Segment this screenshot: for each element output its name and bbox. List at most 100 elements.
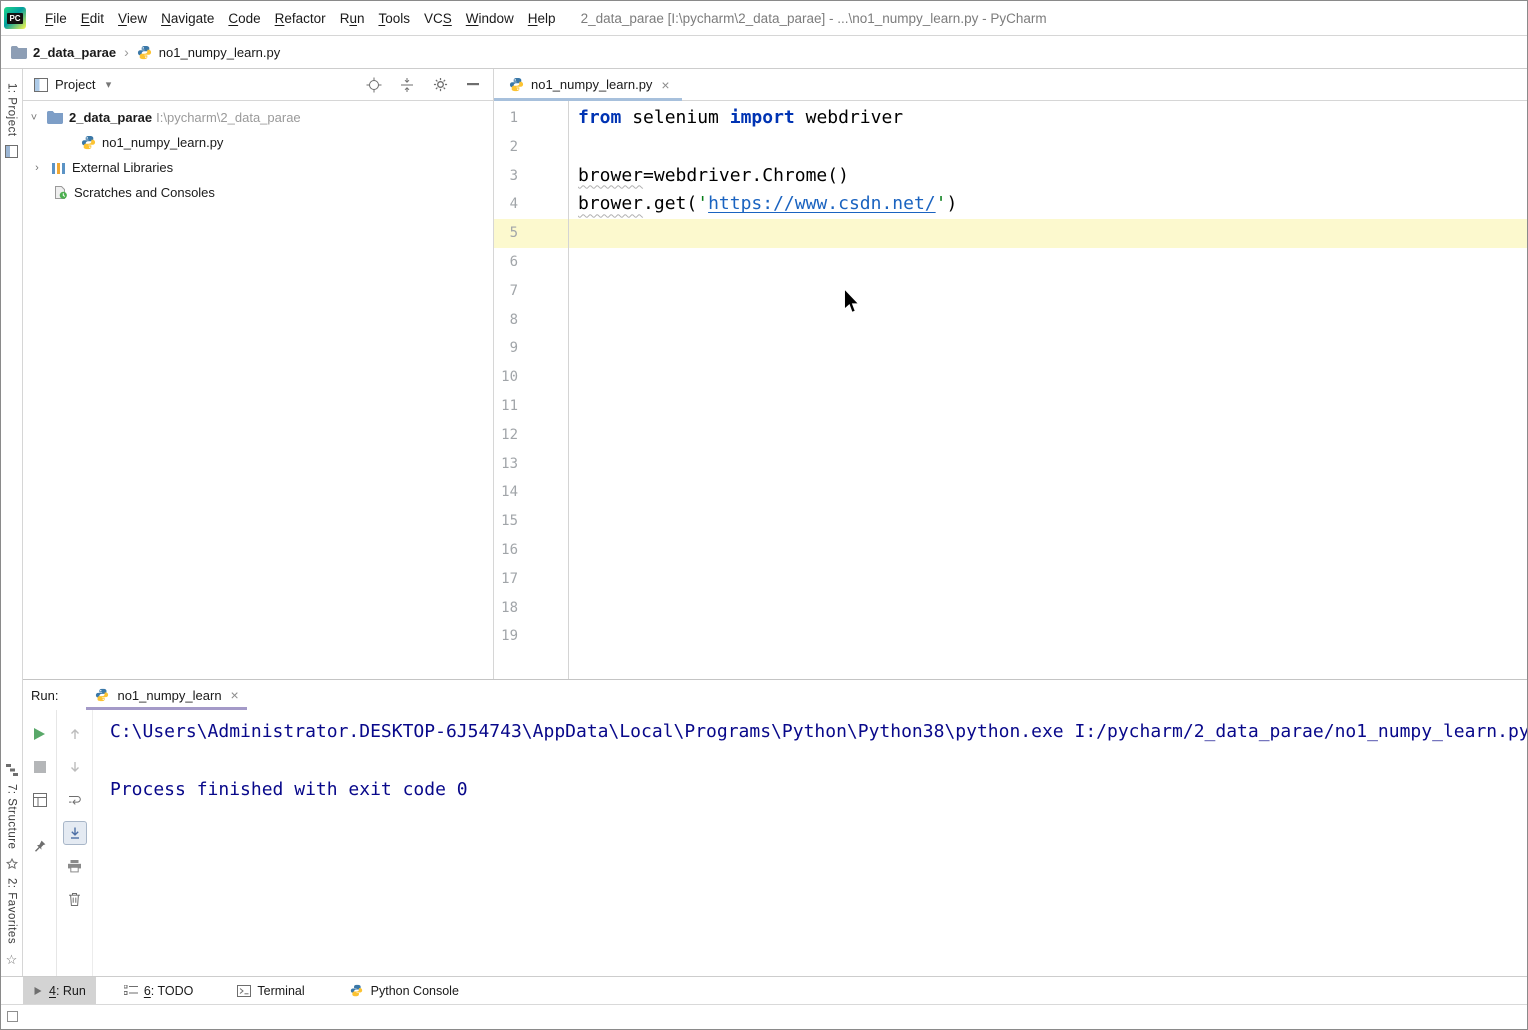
code-line[interactable] xyxy=(578,478,1527,507)
code-line[interactable] xyxy=(578,306,1527,335)
code-line[interactable] xyxy=(578,594,1527,623)
code-line[interactable] xyxy=(578,363,1527,392)
pycharm-window: PC FileEditViewNavigateCodeRefactorRunTo… xyxy=(0,0,1528,1030)
console-line: C:\Users\Administrator.DESKTOP-6J54743\A… xyxy=(110,718,1527,747)
code-token: selenium xyxy=(621,107,729,128)
code-line[interactable] xyxy=(578,219,1527,248)
editor-body[interactable]: 12345678910111213141516171819 from selen… xyxy=(494,101,1527,679)
line-number: 6 xyxy=(494,248,568,277)
tool-button-terminal[interactable]: Terminal xyxy=(227,977,314,1004)
project-panel: Project ▾ xyxy=(23,69,494,679)
menu-vcs[interactable]: VCS xyxy=(417,11,459,26)
line-number: 2 xyxy=(494,133,568,162)
code-line[interactable]: brower.get('https://www.csdn.net/') xyxy=(578,190,1527,219)
tool-button-favorites[interactable]: 2: Favorites xyxy=(6,878,18,944)
menu-file[interactable]: File xyxy=(38,11,74,26)
code-line[interactable] xyxy=(578,421,1527,450)
line-number: 18 xyxy=(494,594,568,623)
menu-view[interactable]: View xyxy=(111,11,154,26)
settings-gear-icon[interactable] xyxy=(432,77,448,93)
down-stacktrace-button[interactable] xyxy=(63,755,87,779)
project-view-icon xyxy=(33,77,49,93)
close-tab-icon[interactable]: × xyxy=(661,77,669,93)
code-line[interactable] xyxy=(578,334,1527,363)
menu-code[interactable]: Code xyxy=(221,11,267,26)
menu-window[interactable]: Window xyxy=(459,11,521,26)
menu-refactor[interactable]: Refactor xyxy=(268,11,333,26)
breadcrumb-project[interactable]: 2_data_parae xyxy=(33,45,116,60)
left-tool-stripe: 1: Project 7: Structure 2: Favorites ☆ xyxy=(1,69,23,976)
up-stacktrace-button[interactable] xyxy=(63,722,87,746)
code-area[interactable]: from selenium import webdriver brower=web… xyxy=(569,101,1527,679)
chevron-right-icon: › xyxy=(124,44,129,60)
print-button[interactable] xyxy=(63,854,87,878)
locate-file-icon[interactable] xyxy=(366,77,382,93)
line-number: 19 xyxy=(494,622,568,651)
code-line[interactable] xyxy=(578,277,1527,306)
code-token: from xyxy=(578,107,621,128)
tree-row-project-root[interactable]: ˅ 2_data_paraeI:\pycharm\2_data_parae xyxy=(23,105,493,130)
scroll-to-end-button[interactable] xyxy=(63,821,87,845)
line-number: 3 xyxy=(494,162,568,191)
tool-button-project[interactable]: 1: Project xyxy=(6,83,18,137)
tree-row-python-file[interactable]: no1_numpy_learn.py xyxy=(23,130,493,155)
soft-wrap-button[interactable] xyxy=(63,788,87,812)
python-console-icon xyxy=(349,983,365,999)
editor-tab[interactable]: no1_numpy_learn.py × xyxy=(494,69,682,100)
star-icon[interactable]: ☆ xyxy=(6,952,18,968)
code-line[interactable] xyxy=(578,507,1527,536)
libraries-icon xyxy=(50,160,66,176)
code-line[interactable]: from selenium import webdriver xyxy=(578,104,1527,133)
code-token: =webdriver.Chrome() xyxy=(643,165,849,186)
breadcrumb-file[interactable]: no1_numpy_learn.py xyxy=(159,45,280,60)
code-line[interactable] xyxy=(578,392,1527,421)
menu-help[interactable]: Help xyxy=(521,11,563,26)
menu-navigate[interactable]: Navigate xyxy=(154,11,221,26)
stop-button[interactable] xyxy=(28,755,52,779)
run-tab-underline xyxy=(86,707,246,710)
code-line[interactable] xyxy=(578,248,1527,277)
favorites-tool-icon[interactable] xyxy=(6,858,18,870)
toolwindow-toggle-icon[interactable] xyxy=(7,1011,18,1022)
chevron-down-icon[interactable]: ▾ xyxy=(101,78,115,91)
stop-icon xyxy=(34,761,46,773)
line-number: 16 xyxy=(494,536,568,565)
code-line[interactable] xyxy=(578,565,1527,594)
close-run-tab-icon[interactable]: × xyxy=(231,687,239,703)
restore-layout-button[interactable] xyxy=(28,788,52,812)
run-console-output[interactable]: C:\Users\Administrator.DESKTOP-6J54743\A… xyxy=(93,710,1527,976)
run-tab[interactable]: no1_numpy_learn × xyxy=(86,680,246,710)
pycharm-logo-icon: PC xyxy=(4,7,26,29)
tool-button-run[interactable]: 4: Run xyxy=(23,977,96,1004)
run-toolbar-primary xyxy=(23,710,57,976)
code-token: brower xyxy=(578,193,643,214)
code-line[interactable] xyxy=(578,536,1527,565)
code-token: ) xyxy=(946,193,957,214)
code-token: ' xyxy=(697,193,708,214)
tree-row-scratches[interactable]: Scratches and Consoles xyxy=(23,180,493,205)
code-line[interactable] xyxy=(578,450,1527,479)
code-line[interactable] xyxy=(578,622,1527,651)
clear-console-button[interactable] xyxy=(63,887,87,911)
pin-tab-button[interactable] xyxy=(28,834,52,858)
hide-panel-icon[interactable] xyxy=(465,77,481,93)
menu-tools[interactable]: Tools xyxy=(371,11,417,26)
chevron-collapsed-icon[interactable]: › xyxy=(30,162,44,174)
code-token: https://www.csdn.net/ xyxy=(708,193,936,214)
project-tool-icon[interactable] xyxy=(5,145,18,158)
tool-button-python-console[interactable]: Python Console xyxy=(339,977,469,1004)
tool-button-todo[interactable]: 6: TODO xyxy=(114,977,204,1004)
code-line[interactable] xyxy=(578,133,1527,162)
rerun-button[interactable] xyxy=(28,722,52,746)
structure-tool-icon[interactable] xyxy=(6,764,18,776)
collapse-all-icon[interactable] xyxy=(399,77,415,93)
project-panel-title[interactable]: Project xyxy=(55,77,95,92)
line-number: 5 xyxy=(494,219,568,248)
code-line[interactable]: brower=webdriver.Chrome() xyxy=(578,162,1527,191)
chevron-expanded-icon[interactable]: ˅ xyxy=(27,112,41,124)
menu-edit[interactable]: Edit xyxy=(74,11,111,26)
tree-row-external-libraries[interactable]: › External Libraries xyxy=(23,155,493,180)
tool-button-structure[interactable]: 7: Structure xyxy=(6,784,18,849)
menu-run[interactable]: Run xyxy=(333,11,372,26)
line-number: 10 xyxy=(494,363,568,392)
